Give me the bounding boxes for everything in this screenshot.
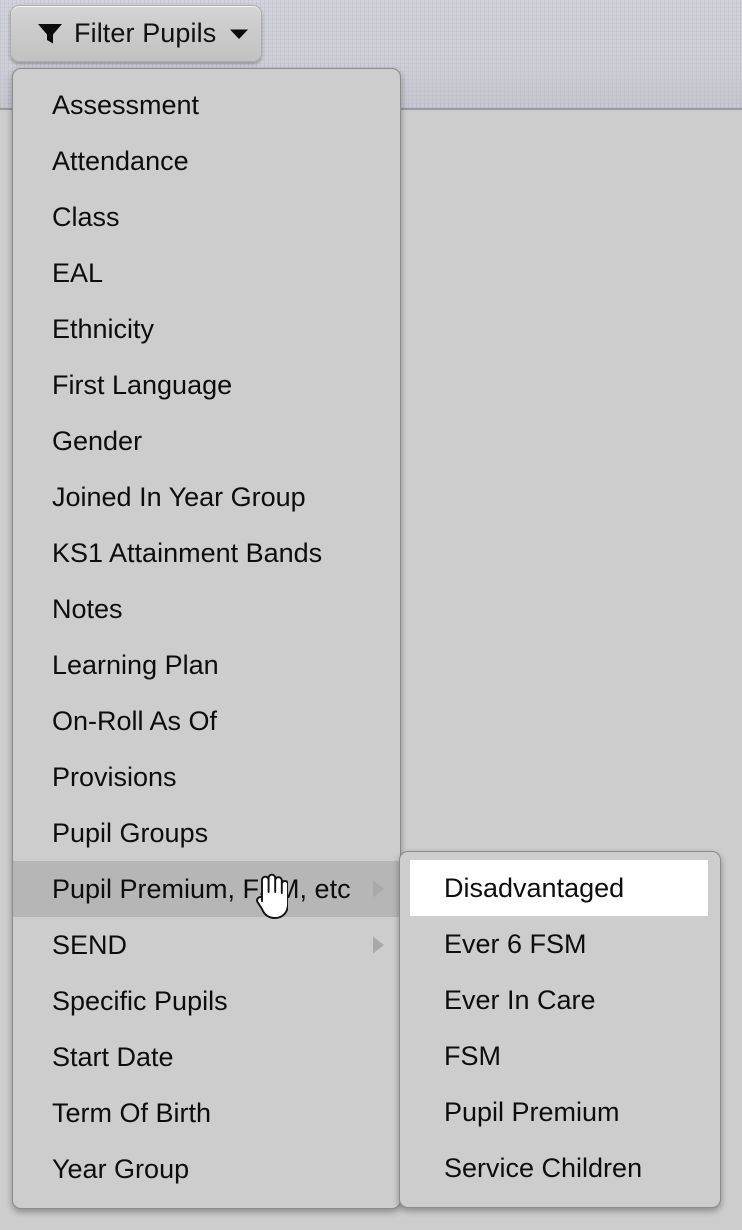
menu-item-ever-6-fsm[interactable]: Ever 6 FSM [400,916,720,972]
menu-item-label: Term Of Birth [52,1097,212,1128]
menu-item-notes[interactable]: Notes [13,581,400,637]
menu-item-class[interactable]: Class [13,189,400,245]
menu-item-label: Class [52,201,120,232]
menu-item-label: Start Date [52,1041,174,1072]
menu-item-label: Gender [52,425,143,456]
menu-item-ks1-attainment-bands[interactable]: KS1 Attainment Bands [13,525,400,581]
caret-down-icon [230,29,249,39]
menu-item-learning-plan[interactable]: Learning Plan [13,637,400,693]
funnel-icon [38,23,62,43]
menu-item-label: Ever In Care [444,984,596,1015]
menu-item-gender[interactable]: Gender [13,413,400,469]
menu-item-label: Joined In Year Group [52,481,306,512]
menu-item-year-group[interactable]: Year Group [13,1141,400,1197]
menu-item-label: Pupil Groups [52,817,209,848]
menu-item-fsm[interactable]: FSM [400,1028,720,1084]
menu-item-label: KS1 Attainment Bands [52,537,323,568]
menu-item-label: Pupil Premium, FSM, etc [52,873,351,904]
menu-item-attendance[interactable]: Attendance [13,133,400,189]
menu-item-label: First Language [52,369,233,400]
menu-item-specific-pupils[interactable]: Specific Pupils [13,973,400,1029]
menu-item-pupil-premium-fsm-etc[interactable]: Pupil Premium, FSM, etc [13,861,400,917]
menu-item-assessment[interactable]: Assessment [13,77,400,133]
menu-item-label: FSM [444,1040,501,1071]
menu-item-label: Service Children [444,1152,643,1183]
submenu-arrow-icon [373,880,384,898]
menu-item-label: Pupil Premium [444,1096,620,1127]
filter-pupils-button[interactable]: Filter Pupils [10,5,262,62]
filter-pupils-menu[interactable]: Assessment Attendance Class EAL Ethnicity Fir… [12,68,401,1209]
menu-item-label: Disadvantaged [444,872,625,903]
menu-item-service-children[interactable]: Service Children [400,1140,720,1196]
menu-item-eal[interactable]: EAL [13,245,400,301]
menu-item-pupil-groups[interactable]: Pupil Groups [13,805,400,861]
menu-item-first-language[interactable]: First Language [13,357,400,413]
menu-item-label: Learning Plan [52,649,219,680]
menu-item-start-date[interactable]: Start Date [13,1029,400,1085]
menu-item-label: Year Group [52,1153,190,1184]
filter-pupils-label: Filter Pupils [74,18,217,48]
menu-item-label: EAL [52,257,104,288]
pupil-premium-fsm-submenu[interactable]: Disadvantaged Ever 6 FSM Ever In Care FSM Pu… [399,851,721,1208]
menu-item-ethnicity[interactable]: Ethnicity [13,301,400,357]
menu-item-label: On-Roll As Of [52,705,218,736]
menu-item-provisions[interactable]: Provisions [13,749,400,805]
submenu-arrow-icon [373,936,384,954]
menu-item-label: Ever 6 FSM [444,928,587,959]
menu-item-joined-in-year-group[interactable]: Joined In Year Group [13,469,400,525]
menu-item-send[interactable]: SEND [13,917,400,973]
menu-item-on-roll-as-of[interactable]: On-Roll As Of [13,693,400,749]
menu-item-label: SEND [52,929,128,960]
menu-item-ever-in-care[interactable]: Ever In Care [400,972,720,1028]
menu-item-disadvantaged[interactable]: Disadvantaged [410,860,708,916]
menu-item-label: Ethnicity [52,313,155,344]
menu-item-label: Provisions [52,761,177,792]
menu-item-label: Assessment [52,89,200,120]
menu-item-term-of-birth[interactable]: Term Of Birth [13,1085,400,1141]
menu-item-pupil-premium[interactable]: Pupil Premium [400,1084,720,1140]
menu-item-label: Specific Pupils [52,985,228,1016]
menu-item-label: Attendance [52,145,189,176]
menu-item-label: Notes [52,593,123,624]
